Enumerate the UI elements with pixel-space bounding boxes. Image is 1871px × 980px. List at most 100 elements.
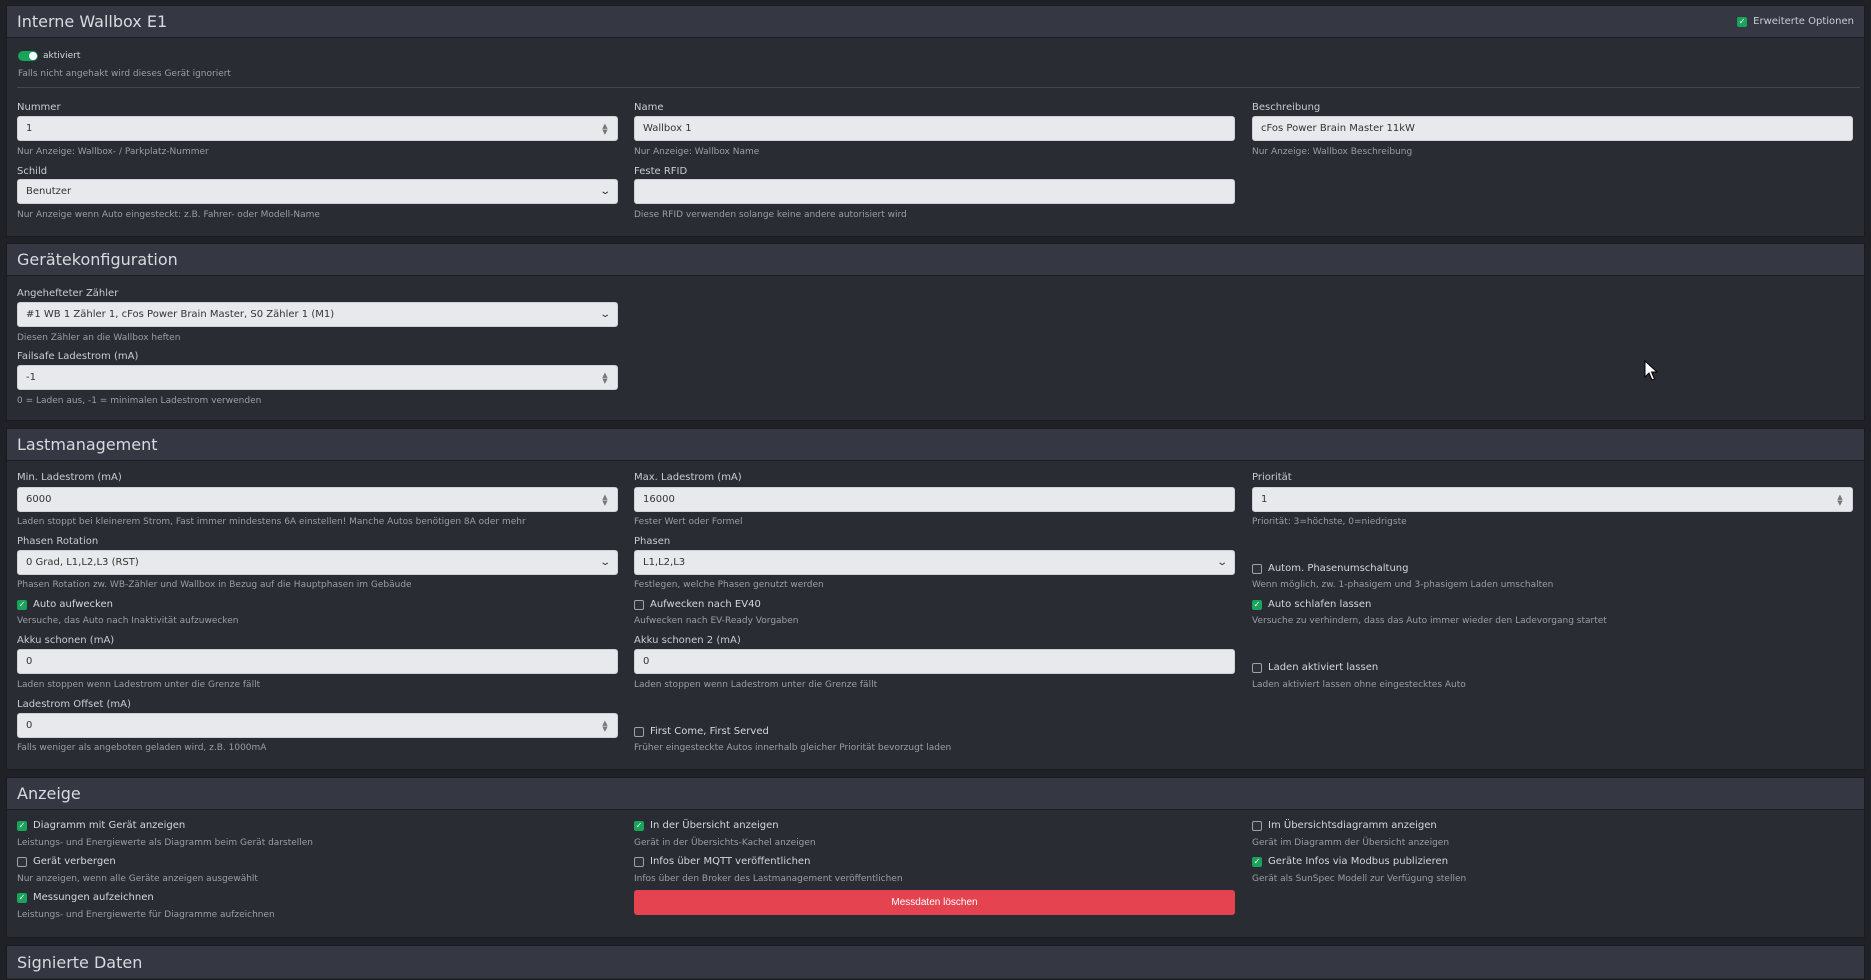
- check-icon: ✓: [17, 820, 27, 831]
- card-title: Signierte Daten: [17, 952, 143, 972]
- show-overview-checkbox[interactable]: ✓ In der Übersicht anzeigen: [634, 820, 779, 831]
- device-config-header: Gerätekonfiguration: [7, 244, 1864, 276]
- failsafe-input[interactable]: -1 ▲ ▼: [17, 365, 618, 390]
- check-icon: ✓: [1252, 599, 1262, 610]
- hide-device-help: Nur anzeigen, wenn alle Geräte anzeigen …: [17, 874, 258, 884]
- spinner-icon: ▲ ▼: [602, 492, 608, 507]
- failsafe-help: 0 = Laden aus, -1 = minimalen Ladestrom …: [17, 396, 262, 406]
- let-sleep-help: Versuche zu verhindern, dass das Auto im…: [1252, 616, 1607, 626]
- phase-rotation-help: Phasen Rotation zw. WB-Zähler und Wallbo…: [17, 580, 412, 590]
- divider: [17, 87, 1860, 88]
- battery-save2-help: Laden stoppen wenn Ladestrom unter die G…: [634, 680, 878, 690]
- max-current-help: Fester Wert oder Formel: [634, 517, 743, 527]
- battery-save-label: Akku schonen (mA): [17, 635, 115, 646]
- battery-save2-input[interactable]: 0: [634, 649, 1235, 674]
- battery-save-help: Laden stoppen wenn Ladestrom unter die G…: [17, 680, 261, 690]
- show-chart-checkbox[interactable]: ✓ Diagramm mit Gerät anzeigen: [17, 820, 185, 831]
- name-help: Nur Anzeige: Wallbox Name: [634, 147, 760, 157]
- min-current-help: Laden stoppt bei kleinerem Strom, Fast i…: [17, 517, 526, 527]
- show-chart-help: Leistungs- und Energiewerte als Diagramm…: [17, 838, 314, 848]
- checkbox-icon: [1252, 662, 1262, 673]
- record-help: Leistungs- und Energiewerte für Diagramm…: [17, 910, 275, 920]
- battery-save-input[interactable]: 0: [17, 649, 618, 674]
- card-title: Anzeige: [17, 784, 81, 803]
- phases-help: Festlegen, welche Phasen genutzt werden: [634, 580, 824, 590]
- name-input[interactable]: Wallbox 1: [634, 116, 1235, 141]
- sign-select[interactable]: Benutzer ⌄: [17, 179, 618, 204]
- let-sleep-checkbox[interactable]: ✓ Auto schlafen lassen: [1252, 599, 1371, 610]
- checkbox-icon: [634, 599, 644, 610]
- min-current-label: Min. Ladestrom (mA): [17, 472, 122, 483]
- wake-car-help: Versuche, das Auto nach Inaktivität aufz…: [17, 616, 239, 626]
- display-header: Anzeige: [7, 778, 1864, 810]
- description-label: Beschreibung: [1252, 102, 1321, 113]
- number-help: Nur Anzeige: Wallbox- / Parkplatz-Nummer: [17, 147, 209, 157]
- priority-input[interactable]: 1 ▲ ▼: [1252, 487, 1853, 512]
- record-checkbox[interactable]: ✓ Messungen aufzeichnen: [17, 892, 154, 903]
- rfid-help: Diese RFID verwenden solange keine ander…: [634, 210, 907, 220]
- description-input[interactable]: cFos Power Brain Master 11kW: [1252, 116, 1853, 141]
- device-config-card: Gerätekonfiguration Angehefteter Zähler …: [6, 243, 1865, 421]
- meter-select[interactable]: #1 WB 1 Zähler 1, cFos Power Brain Maste…: [17, 302, 618, 327]
- phase-rotation-label: Phasen Rotation: [17, 536, 99, 547]
- wake-ev40-help: Aufwecken nach EV-Ready Vorgaben: [634, 616, 799, 626]
- chevron-down-icon: ⌄: [598, 557, 611, 568]
- card-title: Lastmanagement: [17, 435, 158, 454]
- min-current-input[interactable]: 6000 ▲ ▼: [17, 487, 618, 512]
- description-help: Nur Anzeige: Wallbox Beschreibung: [1252, 147, 1413, 157]
- check-icon: ✓: [17, 892, 27, 903]
- spinner-icon: ▲ ▼: [602, 370, 608, 385]
- keep-enabled-checkbox[interactable]: Laden aktiviert lassen: [1252, 662, 1378, 673]
- max-current-input[interactable]: 16000: [634, 487, 1235, 512]
- sign-help: Nur Anzeige wenn Auto eingesteckt: z.B. …: [17, 210, 320, 220]
- checkbox-icon: [1252, 563, 1262, 574]
- wake-ev40-checkbox[interactable]: Aufwecken nach EV40: [634, 599, 761, 610]
- show-overview-chart-checkbox[interactable]: Im Übersichtsdiagramm anzeigen: [1252, 820, 1437, 831]
- phases-select[interactable]: L1,L2,L3 ⌄: [634, 550, 1235, 575]
- display-card: Anzeige ✓ Diagramm mit Gerät anzeigen Le…: [6, 777, 1865, 938]
- wallbox-card-header: Interne Wallbox E1 ✓ Erweiterte Optionen: [7, 6, 1864, 38]
- rfid-label: Feste RFID: [634, 166, 688, 177]
- card-title: Interne Wallbox E1: [17, 12, 168, 31]
- hide-device-checkbox[interactable]: Gerät verbergen: [17, 856, 116, 867]
- offset-help: Falls weniger als angeboten geladen wird…: [17, 743, 267, 753]
- meter-help: Diesen Zähler an die Wallbox heften: [17, 333, 181, 343]
- name-label: Name: [634, 102, 664, 113]
- chevron-down-icon: ⌄: [598, 309, 611, 320]
- check-icon: ✓: [634, 820, 644, 831]
- sign-label: Schild: [17, 166, 48, 177]
- meter-label: Angehefteter Zähler: [17, 288, 119, 299]
- rfid-input[interactable]: [634, 179, 1235, 204]
- enabled-label: aktiviert: [43, 51, 81, 61]
- check-icon: ✓: [1252, 856, 1262, 867]
- keep-enabled-help: Laden aktiviert lassen ohne eingesteckte…: [1252, 680, 1466, 690]
- wake-car-checkbox[interactable]: ✓ Auto aufwecken: [17, 599, 113, 610]
- show-overview-chart-help: Gerät im Diagramm der Übersicht anzeigen: [1252, 838, 1450, 848]
- chevron-down-icon: ⌄: [598, 186, 611, 197]
- spinner-icon: ▲ ▼: [602, 718, 608, 733]
- advanced-options-checkbox[interactable]: ✓ Erweiterte Optionen: [1737, 16, 1854, 27]
- checkbox-icon: [634, 726, 644, 737]
- card-title: Gerätekonfiguration: [17, 250, 178, 269]
- max-current-label: Max. Ladestrom (mA): [634, 472, 742, 483]
- load-management-card: Lastmanagement Min. Ladestrom (mA) 6000 …: [6, 428, 1865, 770]
- offset-input[interactable]: 0 ▲ ▼: [17, 713, 618, 738]
- fcfs-checkbox[interactable]: First Come, First Served: [634, 726, 769, 737]
- check-icon: ✓: [17, 599, 27, 610]
- modbus-checkbox[interactable]: ✓ Geräte Infos via Modbus publizieren: [1252, 856, 1448, 867]
- chevron-down-icon: ⌄: [1215, 557, 1228, 568]
- spinner-icon: ▲ ▼: [1837, 492, 1843, 507]
- delete-measurements-button[interactable]: Messdaten löschen: [634, 890, 1235, 915]
- enabled-toggle[interactable]: aktiviert: [18, 51, 80, 61]
- number-input[interactable]: 1 ▲ ▼: [17, 116, 618, 141]
- signed-data-card: Signierte Daten: [6, 945, 1865, 980]
- offset-label: Ladestrom Offset (mA): [17, 699, 131, 710]
- spinner-icon: ▲ ▼: [602, 121, 608, 136]
- number-label: Nummer: [17, 102, 61, 113]
- phase-rotation-select[interactable]: 0 Grad, L1,L2,L3 (RST) ⌄: [17, 550, 618, 575]
- mqtt-checkbox[interactable]: Infos über MQTT veröffentlichen: [634, 856, 810, 867]
- load-management-header: Lastmanagement: [7, 429, 1864, 461]
- auto-phase-checkbox[interactable]: Autom. Phasenumschaltung: [1252, 563, 1409, 574]
- fcfs-help: Früher eingesteckte Autos innerhalb glei…: [634, 743, 952, 753]
- signed-data-header: Signierte Daten: [7, 946, 1864, 978]
